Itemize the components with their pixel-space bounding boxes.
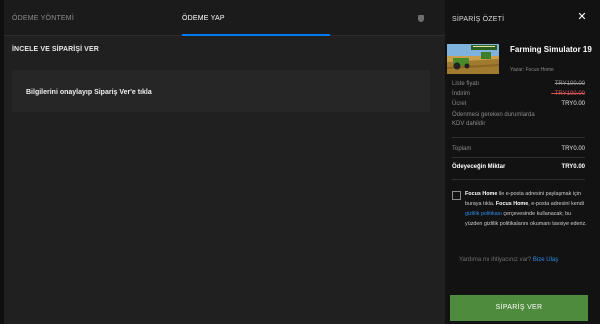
order-summary-title: SİPARİŞ ÖZETİ [452,16,505,23]
place-order-button[interactable]: SİPARİŞ VER [450,295,588,321]
fee-row: Ücret TRY0.00 [452,100,585,109]
amount-due-value: TRY0.00 [561,164,585,170]
fee-value: TRY0.00 [561,101,585,107]
discount-value: - TRY100.00 [551,91,585,97]
review-section-title: İNCELE VE SİPARİŞİ VER [12,46,99,53]
divider [452,179,585,180]
order-summary-panel: SİPARİŞ ÖZETİ ✕ Farming Simulator 19 Yaz… [445,0,600,324]
checkout-main-panel: ÖDEME YÖNTEMİ ÖDEME YAP İNCELE VE SİPARİ… [0,0,445,324]
total-row: Toplam TRY0.00 [452,145,585,154]
email-consent-text: Focus Home ile e-posta adresini paylaşma… [465,189,589,229]
list-price-value: TRY100.00 [554,81,585,87]
consent-publisher: Focus Home [465,191,498,197]
discount-row: İndirim - TRY100.00 [452,90,585,99]
game-cover-image [447,44,499,74]
email-consent-checkbox[interactable] [452,191,461,200]
consent-publisher-2: Focus Home [495,201,529,207]
contact-us-link[interactable]: Bize Ulaş [533,257,558,263]
privacy-policy-link[interactable]: gizlilik politikası [465,211,502,217]
divider [452,137,585,138]
amount-due-row: Ödeyeceğin Miktar TRY0.00 [452,163,585,172]
total-label: Toplam [452,146,472,152]
tab-place-order[interactable]: ÖDEME YAP [182,0,330,36]
help-line: Yardıma mı ihtiyacınız var? Bize Ulaş [459,257,558,263]
help-text: Yardıma mı ihtiyacınız var? [459,257,532,263]
list-price-row: Liste fiyatı TRY100.00 [452,80,585,89]
discount-label: İndirim [452,91,471,97]
review-instruction: Bilgilerini onaylayıp Sipariş Ver'e tıkl… [26,89,152,96]
amount-due-label: Ödeyeceğin Miktar [452,164,506,170]
panel-edge [0,0,4,324]
consent-text-2: , e-posta adresini kendi [528,201,584,207]
shield-icon [418,15,424,22]
tab-payment-method[interactable]: ÖDEME YÖNTEMİ [12,0,74,36]
divider [452,157,585,158]
close-icon[interactable]: ✕ [576,11,588,23]
checkout-tabs: ÖDEME YÖNTEMİ ÖDEME YAP [4,0,445,36]
tax-note: Ödenmesi gereken durumlarda KDV dahildir [452,112,535,127]
list-price-label: Liste fiyatı [452,81,480,87]
game-publisher: Yazar: Focus Home [510,67,554,73]
fee-label: Ücret [452,101,467,107]
review-box: Bilgilerini onaylayıp Sipariş Ver'e tıkl… [12,70,430,112]
game-title: Farming Simulator 19 [510,45,592,54]
total-value: TRY0.00 [561,146,585,152]
